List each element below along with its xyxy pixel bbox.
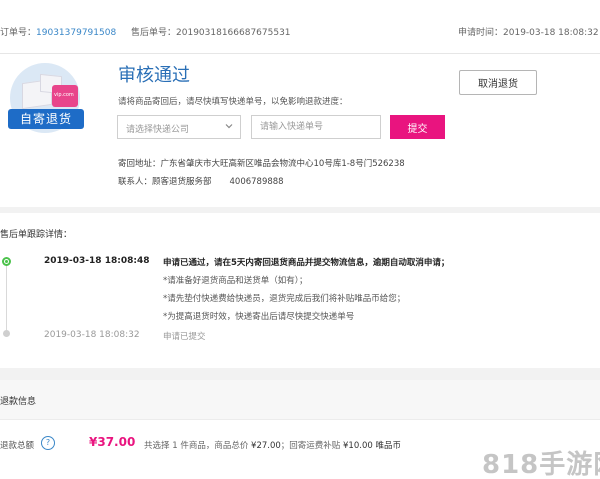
courier-select[interactable]: 请选择快递公司 — [117, 115, 241, 139]
order-header: 订单号：19031379791508 售后单号：2019031816668767… — [0, 0, 600, 54]
cancel-return-button[interactable]: 取消退货 — [459, 70, 537, 95]
status-title: 审核通过 — [118, 65, 190, 86]
refund-detail-prefix: 共选择 — [144, 441, 170, 451]
refund-item-count: 1 件商品，商品总价 — [172, 441, 249, 451]
badge-ribbon: 自寄退货 — [8, 109, 84, 129]
return-contact: 联系人：顾客退货服务部 4006789888 — [118, 175, 284, 187]
event-note: *请先垫付快递费给快递员，退货完成后我们将补贴唯品币给您； — [163, 294, 406, 304]
event-time: 2019-03-18 18:08:32 — [44, 330, 140, 340]
event-time: 2019-03-18 18:08:48 — [44, 256, 150, 266]
return-address: 寄回地址：广东省肇庆市大旺高新区唯品会物流中心10号库1-8号门526238 — [118, 159, 405, 169]
status-panel: vip.com 自寄退货 审核通过 请将商品寄回后，请尽快填写快递单号，以免影响… — [0, 55, 600, 208]
order-number-label: 订单号： — [0, 28, 37, 38]
tracking-title: 售后单跟踪详情： — [0, 230, 73, 240]
refund-detail: 共选择 1 件商品，商品总价 ¥27.00；回寄运费补贴 ¥10.00 唯品币 — [144, 439, 401, 451]
help-icon[interactable]: ? — [41, 436, 55, 450]
truck-logo-text: vip.com — [54, 92, 74, 98]
apply-time-value: 2019-03-18 18:08:32 — [503, 28, 599, 38]
instruction-text: 请将商品寄回后，请尽快填写快递单号，以免影响退款进度： — [118, 97, 348, 107]
chevron-down-icon — [225, 124, 233, 129]
contact-phone: 4006789888 — [229, 177, 284, 187]
event-note: *为提高退货时效，快递寄出后请尽快提交快递单号 — [163, 312, 355, 322]
contact-name: 联系人：顾客退货服务部 — [118, 177, 212, 187]
apply-time-label: 申请时间： — [458, 28, 504, 38]
refund-amount: ¥37.00 — [89, 435, 136, 449]
timeline-dot-past — [3, 330, 10, 337]
refund-item-total: ¥27.00 — [251, 441, 281, 451]
refund-section-title: 退款信息 — [0, 397, 37, 407]
aftersale-number-value: 20190318166687675531 — [176, 28, 291, 38]
courier-select-placeholder: 请选择快递公司 — [126, 125, 190, 135]
refund-section-header: 退款信息 — [0, 380, 600, 420]
submit-button[interactable]: 提交 — [390, 115, 445, 139]
delivery-truck-icon: vip.com — [52, 85, 78, 107]
event-text: 申请已通过，请在5天内寄回退货商品并提交物流信息，逾期自动取消申请； — [163, 258, 450, 268]
refund-shipping-amount: ¥10.00 — [343, 441, 373, 451]
refund-shipping-label: ；回寄运费补贴 — [280, 441, 341, 451]
aftersale-number-label: 售后单号： — [131, 28, 177, 38]
section-divider — [0, 368, 600, 380]
site-watermark: 818手游网 — [482, 450, 600, 479]
refund-total-label: 退款总额 — [0, 441, 35, 451]
order-number: 订单号：19031379791508 — [0, 25, 116, 38]
apply-time: 申请时间：2019-03-18 18:08:32 — [458, 25, 599, 38]
tracking-number-input[interactable] — [251, 115, 381, 139]
event-note: *请准备好退货商品和送货单（如有）； — [163, 276, 308, 286]
refund-shipping-unit: 唯品币 — [375, 441, 401, 451]
timeline-dot-current — [2, 257, 11, 266]
aftersale-number: 售后单号：20190318166687675531 — [131, 25, 291, 38]
event-text: 申请已提交 — [163, 332, 206, 342]
order-number-link[interactable]: 19031379791508 — [36, 28, 116, 38]
timeline-line — [6, 262, 7, 334]
section-divider — [0, 207, 600, 213]
self-return-badge: vip.com 自寄退货 — [6, 63, 84, 141]
